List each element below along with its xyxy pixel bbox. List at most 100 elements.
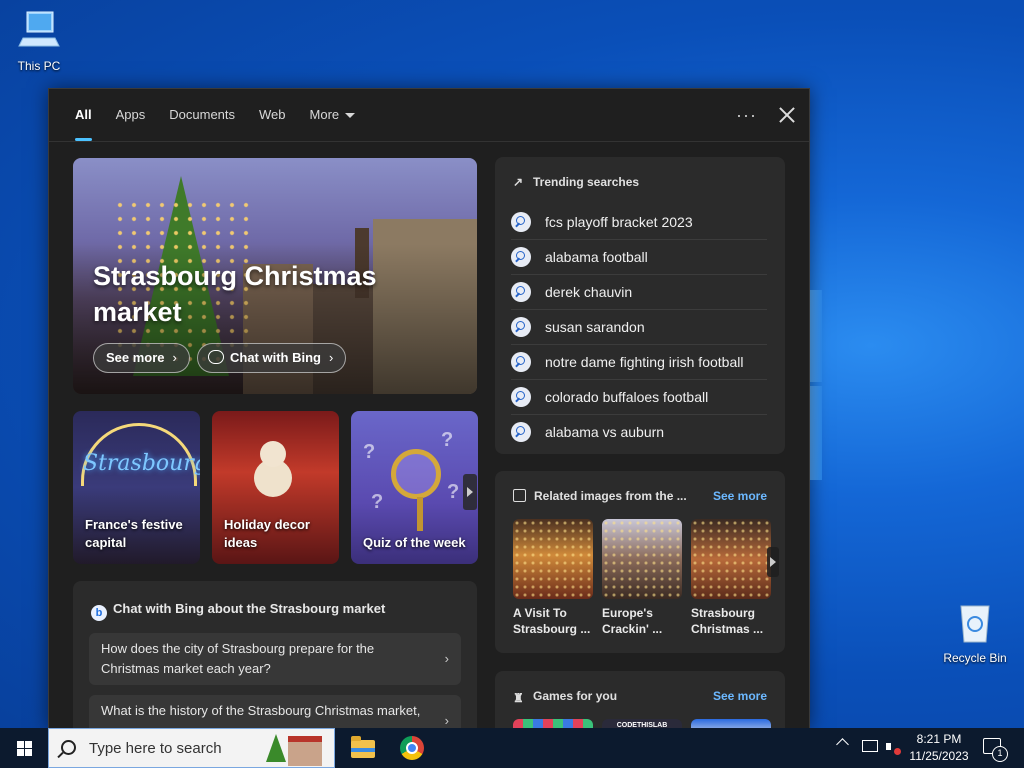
recycle-bin-icon[interactable]: Recycle Bin: [940, 600, 1010, 665]
chat-question[interactable]: How does the city of Strasbourg prepare …: [89, 633, 461, 685]
tab-documents[interactable]: Documents: [157, 89, 247, 141]
trending-heading: Trending searches: [533, 175, 640, 189]
snowman-image: [260, 441, 286, 467]
related-next-arrow[interactable]: [767, 547, 779, 577]
windows-logo-glow: [808, 290, 822, 480]
network-icon[interactable]: [862, 740, 878, 752]
search-placeholder: Type here to search: [89, 740, 222, 757]
search-icon: [511, 422, 531, 442]
bing-icon: b: [91, 605, 107, 621]
notification-badge: 1: [992, 746, 1008, 762]
trending-item-text: alabama vs auburn: [545, 424, 665, 440]
related-image-caption[interactable]: Europe's Crackin' ...: [602, 605, 686, 637]
file-explorer-icon[interactable]: [349, 734, 377, 762]
computer-icon: [18, 11, 60, 47]
related-image-thumb[interactable]: [691, 519, 771, 599]
trending-icon: ↗: [513, 175, 524, 189]
trending-item[interactable]: susan sarandon: [511, 310, 767, 345]
related-images-card: Related images from the ... See more A V…: [495, 471, 785, 653]
search-icon: [511, 282, 531, 302]
chat-with-bing-label: Chat with Bing: [230, 350, 321, 365]
chat-question[interactable]: What is the history of the Strasbourg Ch…: [89, 695, 461, 729]
games-card: ♜ Games for you See more CODETHISLAB: [495, 671, 785, 729]
volume-muted-icon[interactable]: [886, 740, 901, 755]
search-icon: [511, 247, 531, 267]
more-options-button[interactable]: ···: [736, 105, 757, 126]
chat-with-bing-card: b Chat with Bing about the Strasbourg mar…: [73, 581, 477, 729]
clock[interactable]: 8:21 PM 11/25/2023: [906, 731, 972, 765]
related-image-thumb[interactable]: [602, 519, 682, 599]
trending-item-text: susan sarandon: [545, 319, 645, 335]
games-icon: ♜: [513, 691, 524, 705]
trash-icon: [960, 605, 990, 643]
trending-item[interactable]: alabama football: [511, 240, 767, 275]
windows-logo-icon: [17, 741, 32, 756]
tile-holiday-decor[interactable]: Holiday decor ideas: [212, 411, 339, 564]
chevron-up-icon[interactable]: [836, 738, 849, 751]
trending-list: fcs playoff bracket 2023 alabama footbal…: [511, 205, 767, 449]
see-more-button[interactable]: See more ›: [93, 343, 190, 373]
search-icon: [511, 317, 531, 337]
games-see-more-link[interactable]: See more: [713, 689, 767, 703]
this-pc-label: This PC: [17, 59, 61, 73]
search-tabs: All Apps Documents Web More ···: [49, 89, 809, 142]
chevron-right-icon: ›: [172, 350, 177, 365]
chat-question-text: What is the history of the Strasbourg Ch…: [101, 703, 421, 718]
related-image-caption[interactable]: Strasbourg Christmas ...: [691, 605, 775, 637]
trending-item-text: alabama football: [545, 249, 648, 265]
related-image-thumb[interactable]: [513, 519, 593, 599]
taskbar-search-box[interactable]: Type here to search: [48, 728, 335, 768]
tile-caption: Holiday decor ideas: [224, 517, 310, 550]
tab-more[interactable]: More: [298, 89, 368, 141]
recycle-bin-label: Recycle Bin: [943, 651, 1007, 665]
chevron-right-icon: ›: [329, 350, 334, 365]
related-heading: Related images from the ...: [534, 489, 687, 503]
tab-more-label: More: [309, 107, 340, 122]
tiles-next-arrow[interactable]: [463, 474, 477, 510]
chat-question-text: How does the city of Strasbourg prepare …: [101, 641, 375, 676]
tab-all[interactable]: All: [63, 89, 104, 141]
search-icon: [511, 352, 531, 372]
chrome-icon[interactable]: [398, 734, 426, 762]
chevron-down-icon: [345, 113, 356, 119]
games-heading: Games for you: [533, 689, 618, 703]
related-image-caption[interactable]: A Visit To Strasbourg ...: [513, 605, 597, 637]
chat-icon: [208, 350, 224, 364]
trending-item[interactable]: fcs playoff bracket 2023: [511, 205, 767, 240]
close-icon[interactable]: [779, 107, 795, 123]
chevron-right-icon: ›: [444, 651, 449, 666]
clock-date: 11/25/2023: [909, 749, 969, 763]
trending-item-text: fcs playoff bracket 2023: [545, 214, 693, 230]
related-see-more-link[interactable]: See more: [713, 489, 767, 503]
trending-item[interactable]: colorado buffaloes football: [511, 380, 767, 415]
taskbar: Type here to search 8:21 PM 11/25/2023 1: [0, 728, 1024, 768]
image-icon: [513, 489, 526, 502]
this-pc-icon[interactable]: This PC: [4, 8, 74, 73]
tile-festive-capital[interactable]: Strasbourg France's festive capital: [73, 411, 200, 564]
tab-web[interactable]: Web: [247, 89, 298, 141]
search-icon: [61, 740, 76, 755]
search-highlight-image: [266, 732, 324, 766]
magnifier-icon: [391, 449, 441, 499]
chat-heading: Chat with Bing about the Strasbourg mark…: [113, 601, 386, 616]
clock-time: 8:21 PM: [916, 732, 962, 746]
tile-quiz[interactable]: ? ? ? ? Quiz of the week: [351, 411, 478, 564]
strasbourg-neon-sign: Strasbourg: [83, 451, 200, 476]
trending-item-text: derek chauvin: [545, 284, 633, 300]
search-icon: [511, 387, 531, 407]
trending-item[interactable]: notre dame fighting irish football: [511, 345, 767, 380]
tab-apps[interactable]: Apps: [104, 89, 158, 141]
trending-item-text: notre dame fighting irish football: [545, 354, 744, 370]
search-icon: [511, 212, 531, 232]
hero-title: Strasbourg Christmas market: [93, 261, 377, 327]
search-panel: All Apps Documents Web More ··· Strasbou…: [48, 88, 810, 730]
trending-searches-card: ↗ Trending searches fcs playoff bracket 2…: [495, 157, 785, 454]
start-button[interactable]: [0, 728, 48, 768]
trending-item[interactable]: alabama vs auburn: [511, 415, 767, 449]
chat-with-bing-button[interactable]: Chat with Bing ›: [197, 343, 347, 373]
hero-card[interactable]: Strasbourg Christmas market See more › Ch…: [73, 158, 477, 394]
trending-item[interactable]: derek chauvin: [511, 275, 767, 310]
see-more-label: See more: [106, 350, 165, 365]
tile-caption: France's festive capital: [85, 517, 183, 550]
trending-item-text: colorado buffaloes football: [545, 389, 709, 405]
